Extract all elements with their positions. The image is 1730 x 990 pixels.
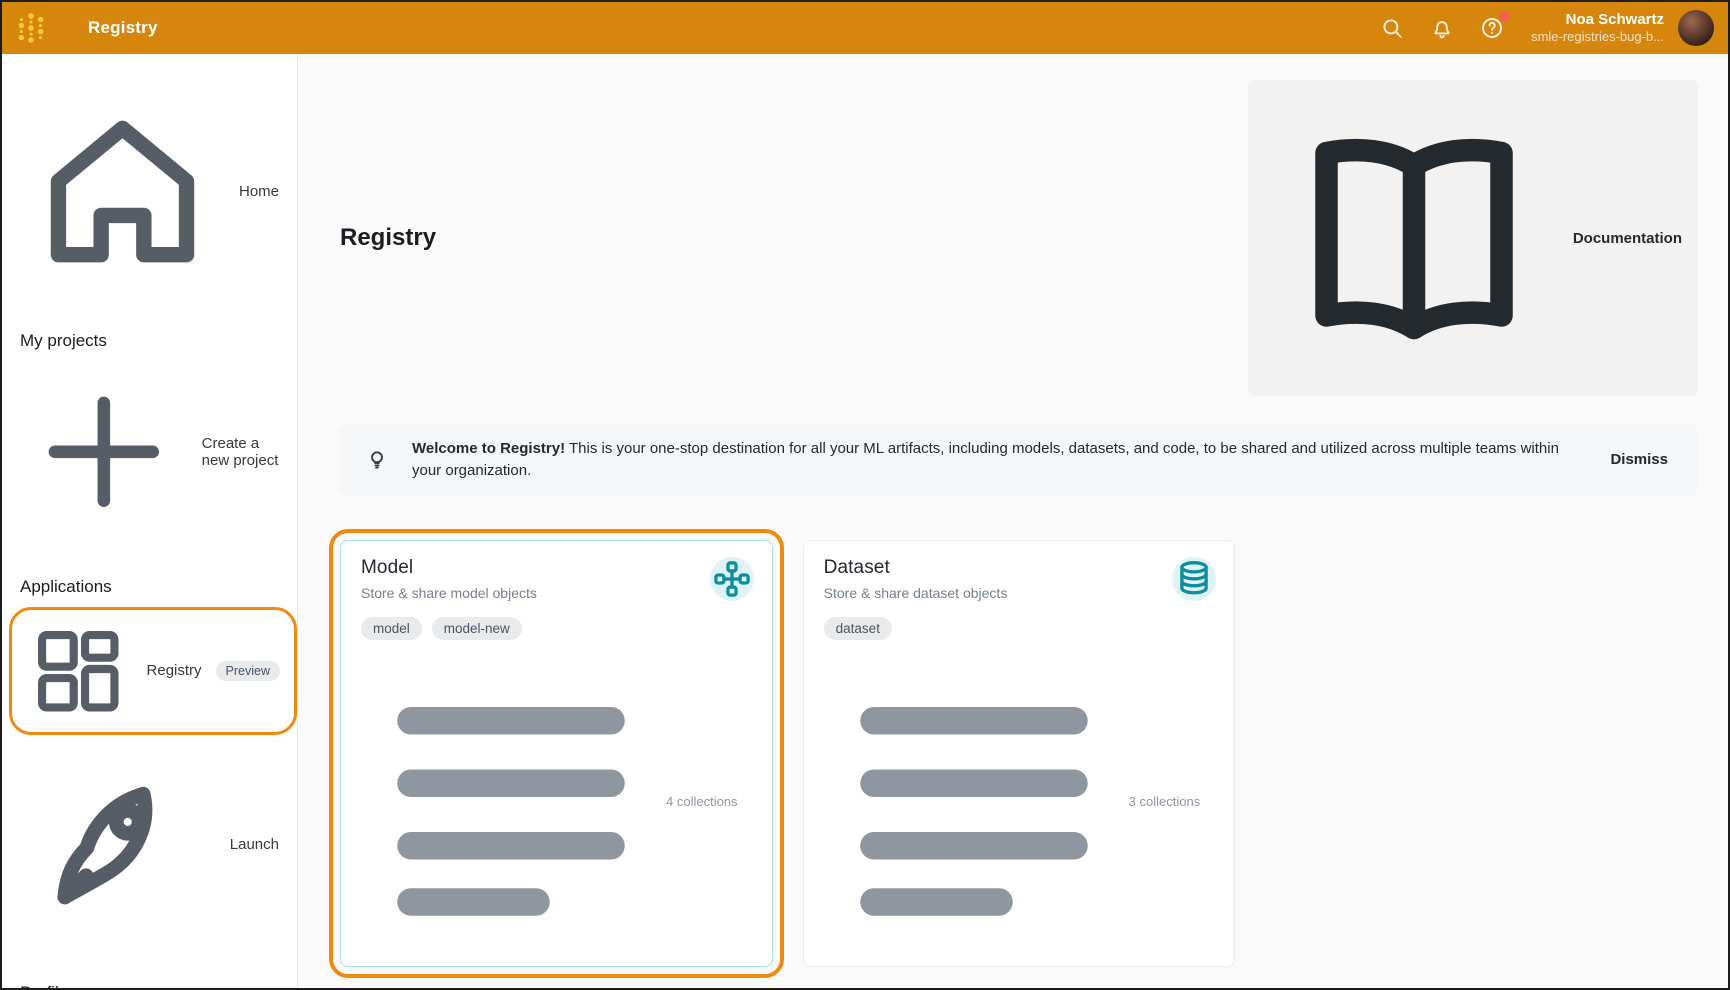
registry-card-title: Model <box>361 557 752 579</box>
collections-count: 3 collections <box>824 652 1201 952</box>
collections-label: 3 collections <box>1129 794 1201 809</box>
registry-type-icon-circle <box>710 557 754 601</box>
welcome-banner-bold: Welcome to Registry! <box>412 440 565 457</box>
registry-card-title: Dataset <box>824 557 1215 579</box>
documentation-label: Documentation <box>1573 230 1682 247</box>
registry-card-tags: model model-new <box>361 617 752 640</box>
app-window: Registry Noa Schwartz smle-registries-bu… <box>0 0 1730 990</box>
welcome-banner-text: Welcome to Registry! This is your one-st… <box>412 438 1606 482</box>
sidebar-item-label: Home <box>239 183 279 200</box>
tag-pill: model-new <box>432 617 522 640</box>
my-projects-heading: My projects <box>2 321 297 359</box>
collections-icon <box>361 652 661 952</box>
notifications-bell-icon[interactable] <box>1429 15 1455 41</box>
user-menu[interactable]: Noa Schwartz smle-registries-bug-b... <box>1531 11 1664 46</box>
registry-card[interactable]: Dataset Store & share dataset objects data… <box>803 540 1236 967</box>
lightbulb-icon <box>364 447 390 473</box>
sidebar-item-label: Registry <box>147 662 202 679</box>
registry-grid-icon <box>24 617 133 726</box>
documentation-button[interactable]: Documentation <box>1248 80 1698 396</box>
page-title: Registry <box>340 224 436 252</box>
app-title: Registry <box>88 18 158 38</box>
preview-badge: Preview <box>216 661 280 681</box>
wandb-logo-icon[interactable] <box>14 10 48 46</box>
core-registries-grid: ModelStore & share model objectsmodelmod… <box>340 540 1698 967</box>
sidebar-item-label: Launch <box>230 836 279 853</box>
registry-card-description: Store & share dataset objects <box>824 585 1215 601</box>
create-project-button[interactable]: Create a new project <box>2 359 297 545</box>
registry-card[interactable]: ModelStore & share model objectsmodelmod… <box>340 540 773 967</box>
sidebar-item-registry[interactable]: Registry Preview <box>15 612 282 731</box>
home-icon <box>20 89 225 294</box>
welcome-banner: Welcome to Registry! This is your one-st… <box>340 424 1698 496</box>
sidebar-item-launch[interactable]: Launch <box>2 737 297 951</box>
user-org: smle-registries-bug-b... <box>1531 29 1664 45</box>
user-name: Noa Schwartz <box>1531 11 1664 30</box>
top-navbar: Registry Noa Schwartz smle-registries-bu… <box>2 2 1728 54</box>
registry-card-description: Store & share model objects <box>361 585 752 601</box>
registry-card-tags: dataset <box>824 617 1215 640</box>
rocket-icon <box>20 746 216 942</box>
sidebar-item-home[interactable]: Home <box>2 80 297 303</box>
help-icon[interactable] <box>1479 15 1505 41</box>
collections-label: 4 collections <box>666 794 738 809</box>
sidebar-item-label: Create a new project <box>202 435 279 469</box>
book-icon <box>1264 88 1564 388</box>
collections-count: 4 collections <box>361 652 738 952</box>
applications-heading: Applications <box>2 567 297 605</box>
welcome-banner-body: This is your one-stop destination for al… <box>412 440 1559 479</box>
database-icon <box>1172 557 1216 601</box>
notification-dot <box>1499 11 1510 22</box>
registry-card-footer: 4 collections <box>361 652 752 952</box>
sidebar: Home My projects Create a new project Ap… <box>2 54 298 988</box>
user-avatar[interactable] <box>1678 10 1714 46</box>
registry-highlight-annotation: Registry Preview <box>9 607 297 736</box>
registry-card-footer: 3 collections <box>824 652 1215 952</box>
tag-pill: dataset <box>824 617 892 640</box>
search-icon[interactable] <box>1379 15 1405 41</box>
collections-icon <box>824 652 1124 952</box>
tag-pill: model <box>361 617 422 640</box>
plus-icon <box>20 368 188 536</box>
registry-type-icon-circle <box>1172 557 1216 601</box>
model-nodes-icon <box>710 557 754 601</box>
main-content: Registry Documentation Welcome to Regist… <box>298 54 1728 988</box>
dismiss-button[interactable]: Dismiss <box>1606 445 1672 474</box>
profile-heading: Profile <box>2 973 297 990</box>
